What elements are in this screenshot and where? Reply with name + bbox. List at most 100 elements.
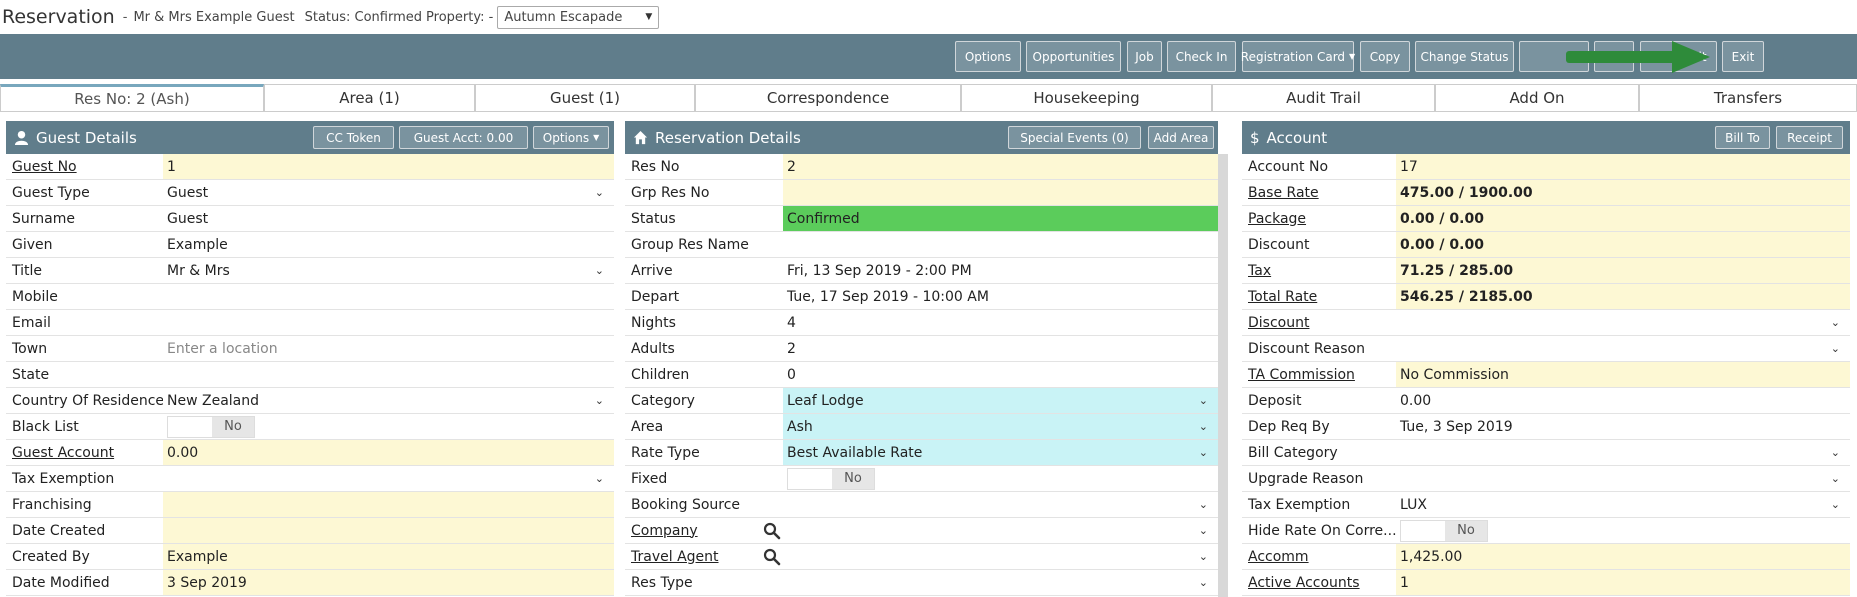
tab-res-no[interactable]: Res No: 2 (Ash) xyxy=(0,84,264,112)
receipt-button[interactable]: Receipt xyxy=(1776,126,1843,149)
tab-area[interactable]: Area (1) xyxy=(264,84,475,112)
res-field-booking-source[interactable]: ⌄ xyxy=(783,492,1218,517)
guest-field-guest-account[interactable]: 0.00 xyxy=(163,440,614,465)
guest-field-date-modified[interactable]: 3 Sep 2019 xyxy=(163,570,614,595)
guest-field-title[interactable]: Mr & Mrs ⌄ xyxy=(163,258,614,283)
acct-field-package[interactable]: 0.00 / 0.00 xyxy=(1396,206,1850,231)
res-field-fixed[interactable]: No xyxy=(783,466,1218,491)
tab-transfers[interactable]: Transfers xyxy=(1639,84,1857,112)
search-icon[interactable] xyxy=(763,548,781,566)
chevron-down-icon[interactable]: ⌄ xyxy=(1831,316,1840,329)
res-field-travel-agent[interactable]: ⌄ xyxy=(763,544,1218,569)
acct-field-active-accounts[interactable]: 1 xyxy=(1396,570,1850,595)
property-select[interactable]: Autumn Escapade ▼ xyxy=(497,5,660,29)
guest-field-town[interactable]: Enter a location xyxy=(163,336,614,361)
guest-field-created-by[interactable]: Example xyxy=(163,544,614,569)
special-events-button[interactable]: Special Events (0) xyxy=(1008,126,1141,149)
toggle-switch[interactable]: No xyxy=(167,415,255,438)
guest-field-tax-exemption[interactable]: ⌄ xyxy=(163,466,614,491)
acct-field-tax-exemption[interactable]: LUX ⌄ xyxy=(1396,492,1850,517)
res-field-category[interactable]: Leaf Lodge ⌄ xyxy=(783,388,1218,413)
res-field-depart[interactable]: Tue, 17 Sep 2019 - 10:00 AM xyxy=(783,284,1218,309)
guest-field-black-list[interactable]: No xyxy=(163,414,614,439)
guest-field-state[interactable] xyxy=(163,362,614,387)
chevron-down-icon[interactable]: ⌄ xyxy=(595,186,604,199)
chevron-down-icon[interactable]: ⌄ xyxy=(1831,472,1840,485)
res-field-group-res-name[interactable] xyxy=(783,232,1218,257)
tab-correspondence[interactable]: Correspondence xyxy=(695,84,961,112)
toggle-switch[interactable]: No xyxy=(787,467,875,490)
guest-label-guest-no[interactable]: Guest No xyxy=(6,159,163,175)
res-label-company[interactable]: Company xyxy=(625,523,783,539)
guest-field-surname[interactable]: Guest xyxy=(163,206,614,231)
res-field-rate-type[interactable]: Best Available Rate ⌄ xyxy=(783,440,1218,465)
reservation-scrollbar[interactable] xyxy=(1218,154,1228,597)
add-area-button[interactable]: Add Area xyxy=(1148,126,1214,149)
chevron-down-icon[interactable]: ⌄ xyxy=(1199,420,1208,433)
guest-acct-button[interactable]: Guest Acct: 0.00 xyxy=(399,126,528,149)
acct-field-accomm[interactable]: 1,425.00 xyxy=(1396,544,1850,569)
res-field-company[interactable]: ⌄ xyxy=(763,518,1218,543)
chevron-down-icon[interactable]: ⌄ xyxy=(1199,550,1208,563)
acct-field-discount[interactable]: 0.00 / 0.00 xyxy=(1396,232,1850,257)
acct-label-base-rate[interactable]: Base Rate xyxy=(1242,185,1396,201)
chevron-down-icon[interactable]: ⌄ xyxy=(1199,576,1208,589)
tab-guest[interactable]: Guest (1) xyxy=(475,84,695,112)
acct-field-bill-category[interactable]: ⌄ xyxy=(1396,440,1850,465)
chevron-down-icon[interactable]: ⌄ xyxy=(595,264,604,277)
job-button[interactable]: Job xyxy=(1127,41,1162,72)
acct-field-tax[interactable]: 71.25 / 285.00 xyxy=(1396,258,1850,283)
search-icon[interactable] xyxy=(763,522,781,540)
toggle-switch[interactable]: No xyxy=(1400,519,1488,542)
res-field-grp-res-no[interactable] xyxy=(783,180,1218,205)
guest-field-country-of-residence[interactable]: New Zealand ⌄ xyxy=(163,388,614,413)
exit-button[interactable]: Exit xyxy=(1722,41,1764,72)
acct-label-discount[interactable]: Discount xyxy=(1242,315,1396,331)
acct-field-total-rate[interactable]: 546.25 / 2185.00 xyxy=(1396,284,1850,309)
acct-field-account-no[interactable]: 17 xyxy=(1396,154,1850,179)
bill-to-button[interactable]: Bill To xyxy=(1715,126,1770,149)
opportunities-button[interactable]: Opportunities xyxy=(1026,41,1121,72)
guest-label-guest-account[interactable]: Guest Account xyxy=(6,445,163,461)
options-button[interactable]: Options xyxy=(955,41,1021,72)
acct-field-discount[interactable]: ⌄ xyxy=(1396,310,1850,335)
chevron-down-icon[interactable]: ⌄ xyxy=(1199,524,1208,537)
res-field-area[interactable]: Ash ⌄ xyxy=(783,414,1218,439)
chevron-down-icon[interactable]: ⌄ xyxy=(1831,498,1840,511)
res-field-nights[interactable]: 4 xyxy=(783,310,1218,335)
cc-token-button[interactable]: CC Token xyxy=(313,126,394,149)
res-field-arrive[interactable]: Fri, 13 Sep 2019 - 2:00 PM xyxy=(783,258,1218,283)
tab-audit-trail[interactable]: Audit Trail xyxy=(1212,84,1435,112)
res-field-adults[interactable]: 2 xyxy=(783,336,1218,361)
acct-label-tax[interactable]: Tax xyxy=(1242,263,1396,279)
chevron-down-icon[interactable]: ⌄ xyxy=(1199,498,1208,511)
guest-field-given[interactable]: Example xyxy=(163,232,614,257)
res-field-status[interactable]: Confirmed xyxy=(783,206,1218,231)
acct-field-discount-reason[interactable]: ⌄ xyxy=(1396,336,1850,361)
acct-label-active-accounts[interactable]: Active Accounts xyxy=(1242,575,1396,591)
guest-field-mobile[interactable] xyxy=(163,284,614,309)
chevron-down-icon[interactable]: ⌄ xyxy=(1199,446,1208,459)
res-field-res-no[interactable]: 2 xyxy=(783,154,1218,179)
registration-card-button[interactable]: Registration Card ▼ xyxy=(1241,41,1355,72)
copy-button[interactable]: Copy xyxy=(1360,41,1410,72)
guest-options-button[interactable]: Options ▼ xyxy=(533,126,609,149)
guest-field-email[interactable] xyxy=(163,310,614,335)
acct-field-deposit[interactable]: 0.00 xyxy=(1396,388,1850,413)
guest-field-franchising[interactable] xyxy=(163,492,614,517)
guest-field-guest-no[interactable]: 1 xyxy=(163,154,614,179)
check-in-button[interactable]: Check In xyxy=(1167,41,1236,72)
res-field-children[interactable]: 0 xyxy=(783,362,1218,387)
res-field-res-type[interactable]: ⌄ xyxy=(783,570,1218,595)
acct-label-accomm[interactable]: Accomm xyxy=(1242,549,1396,565)
tab-housekeeping[interactable]: Housekeeping xyxy=(961,84,1212,112)
acct-field-ta-commission[interactable]: No Commission xyxy=(1396,362,1850,387)
guest-field-guest-type[interactable]: Guest ⌄ xyxy=(163,180,614,205)
acct-field-base-rate[interactable]: 475.00 / 1900.00 xyxy=(1396,180,1850,205)
acct-field-upgrade-reason[interactable]: ⌄ xyxy=(1396,466,1850,491)
acct-label-ta-commission[interactable]: TA Commission xyxy=(1242,367,1396,383)
acct-field-dep-req-by[interactable]: Tue, 3 Sep 2019 xyxy=(1396,414,1850,439)
chevron-down-icon[interactable]: ⌄ xyxy=(1831,342,1840,355)
acct-label-total-rate[interactable]: Total Rate xyxy=(1242,289,1396,305)
chevron-down-icon[interactable]: ⌄ xyxy=(595,394,604,407)
